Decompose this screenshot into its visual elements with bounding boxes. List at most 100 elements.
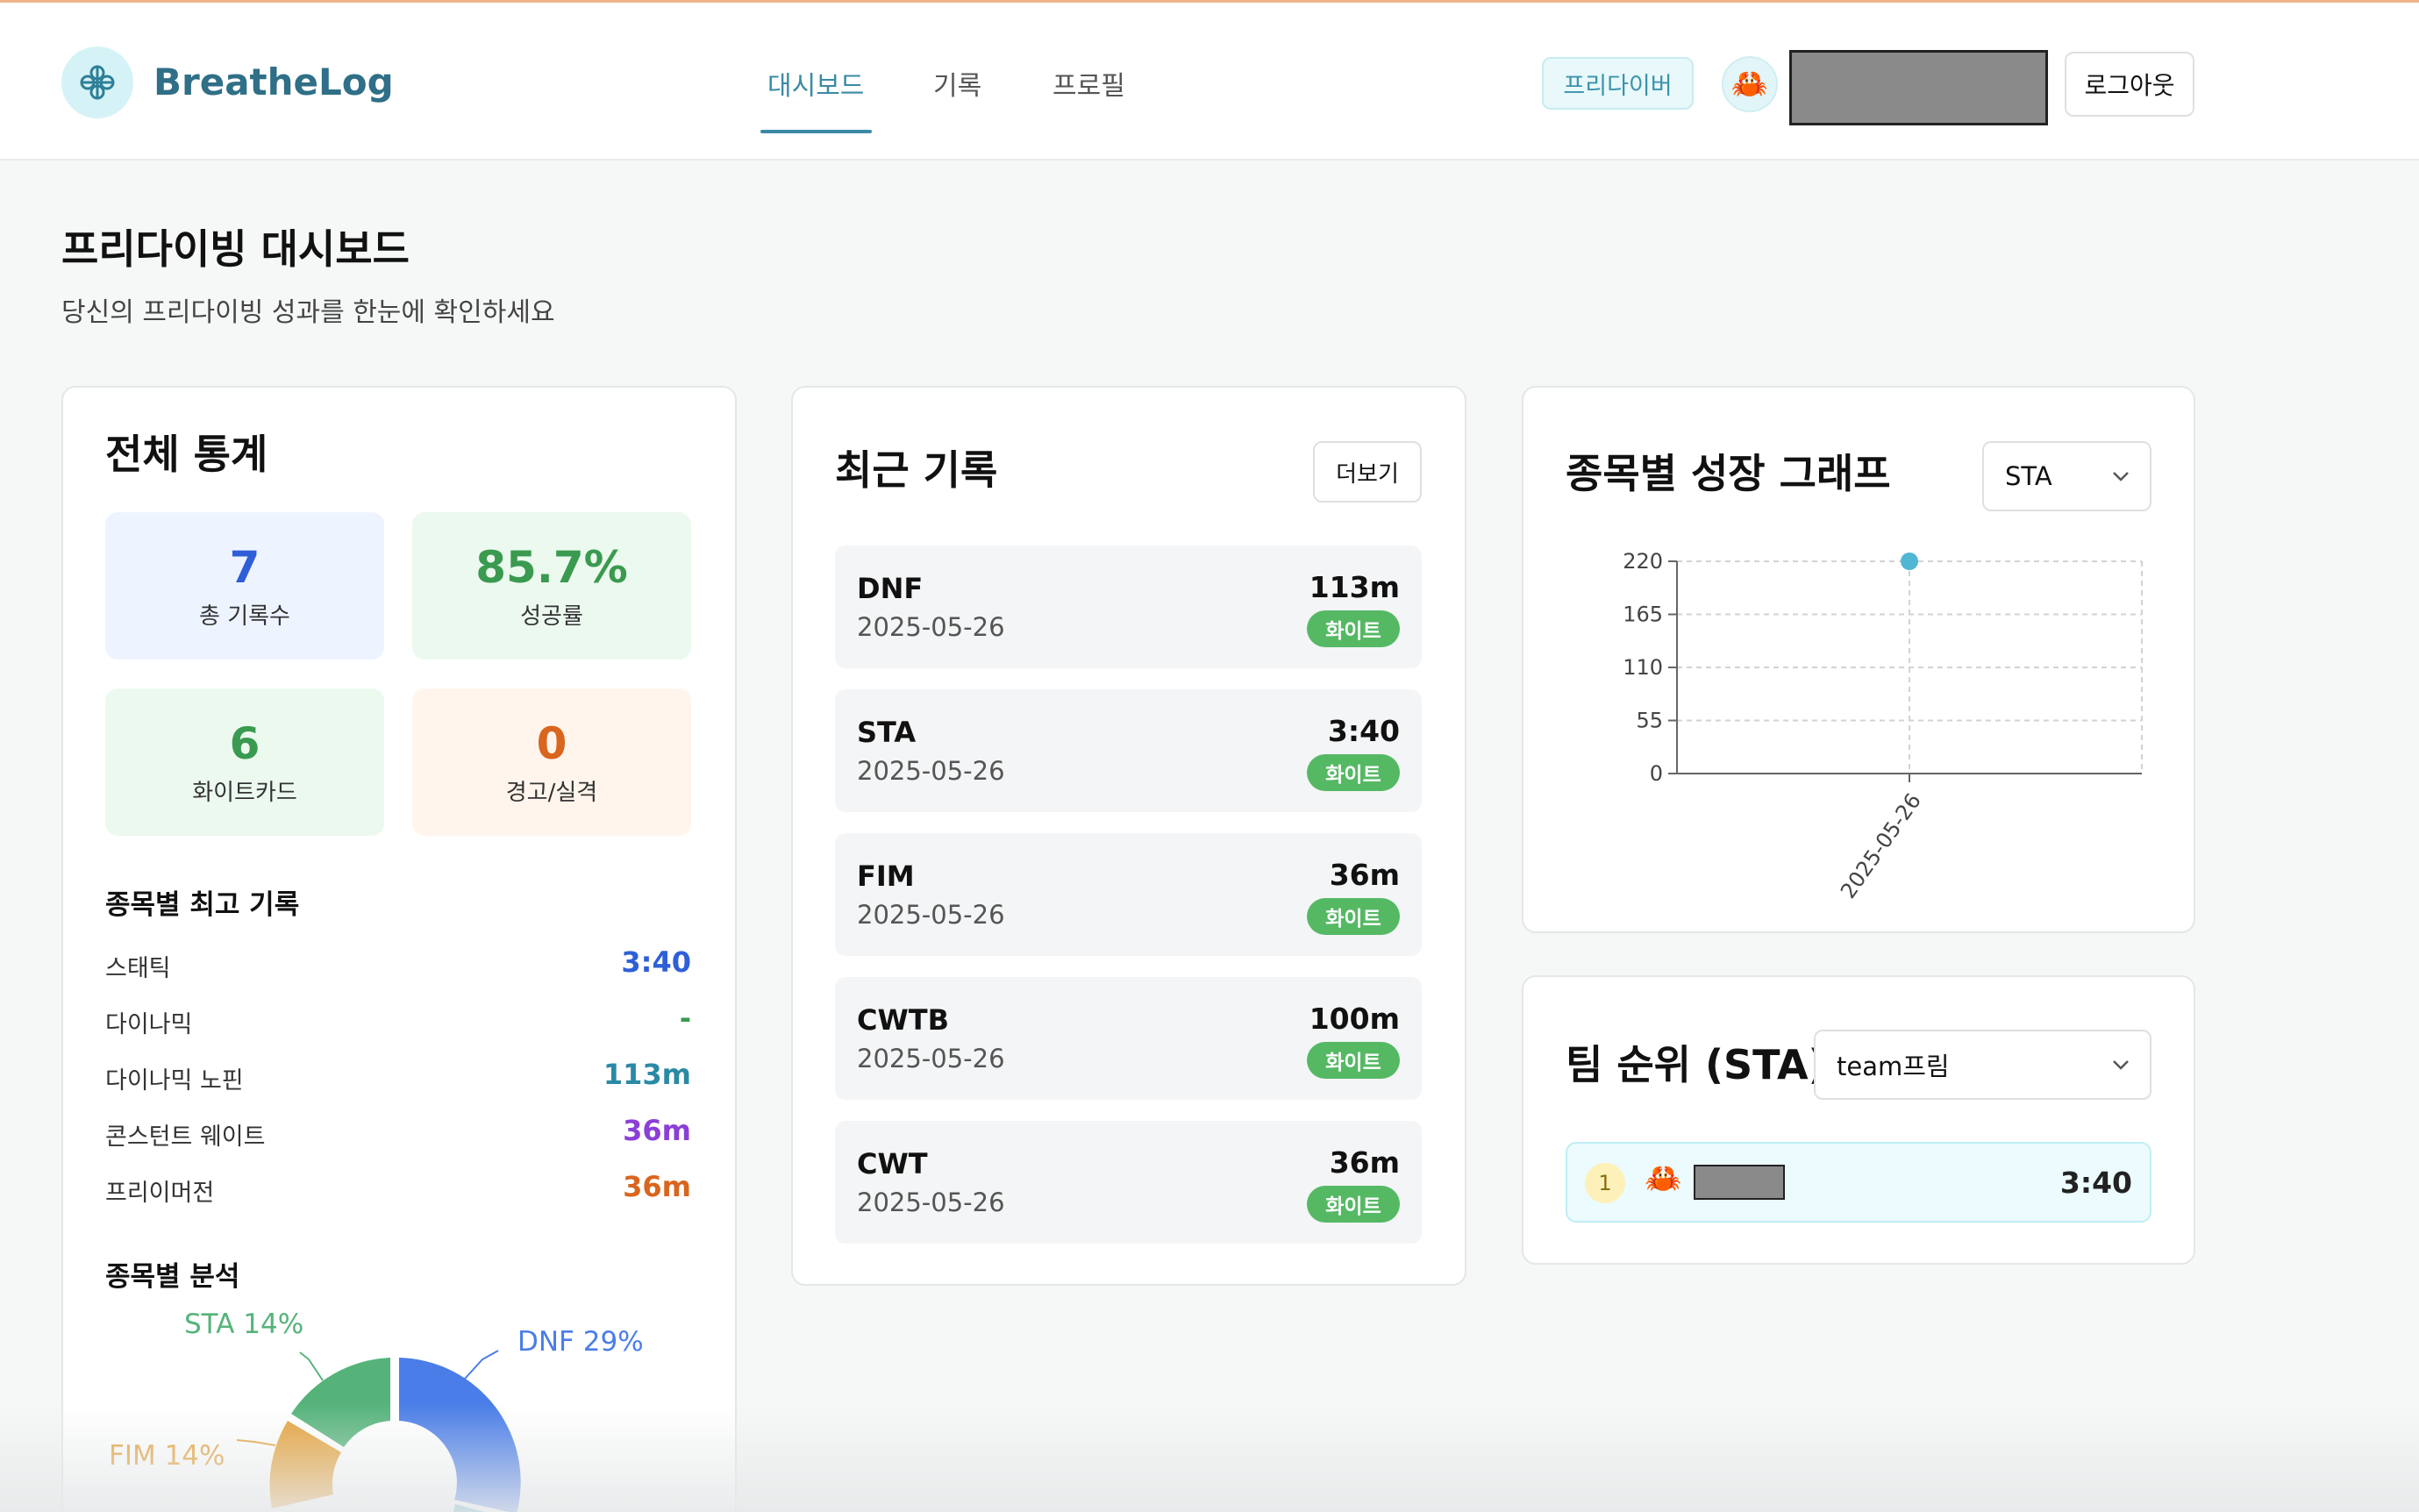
rank-number: 1 <box>1585 1163 1625 1203</box>
crab-icon: 🦀 <box>1730 67 1769 102</box>
record-performance: 3:40 <box>1327 714 1400 748</box>
donut-label-sta: STA 14% <box>184 1309 304 1340</box>
y-tick-label: 55 <box>1636 709 1663 733</box>
stat-total-label: 총 기록수 <box>199 603 290 630</box>
record-discipline: CWTB <box>857 1003 949 1037</box>
discipline-select[interactable]: STA <box>1982 441 2151 511</box>
stat-white-value: 6 <box>229 717 260 769</box>
donut-slice-dnf <box>399 1358 521 1512</box>
record-date: 2025-05-26 <box>857 900 1005 930</box>
team-ranking-title: 팀 순위 (STA) <box>1566 1041 1827 1088</box>
donut-leader-dnf <box>464 1350 499 1380</box>
record-item[interactable]: CWTB 2025-05-26 100m 화이트 <box>835 977 1422 1100</box>
white-card-badge: 화이트 <box>1307 898 1400 935</box>
discipline-select-value: STA <box>2005 461 2052 491</box>
chevron-down-icon <box>2113 1060 2129 1070</box>
stat-warning-value: 0 <box>536 717 567 769</box>
best-row-label: 스태틱 <box>105 955 171 982</box>
best-row-value: 113m <box>603 1058 691 1091</box>
crab-icon: 🦀 <box>1645 1161 1682 1196</box>
role-badge: 프리다이버 <box>1542 57 1694 110</box>
best-row-label: 다이나믹 노핀 <box>105 1067 244 1095</box>
y-tick-label: 165 <box>1623 603 1663 627</box>
best-row-fim: 프리이머전 36m <box>105 1170 691 1207</box>
record-date: 2025-05-26 <box>857 1187 1005 1217</box>
best-records-title: 종목별 최고 기록 <box>105 889 300 921</box>
header: BreatheLog 대시보드 기록 프로필 프리다이버 🦀 로그아웃 <box>0 3 2419 160</box>
stat-white-label: 화이트카드 <box>192 779 297 806</box>
recent-records-title: 최근 기록 <box>835 446 998 494</box>
username-redacted <box>1789 50 2048 125</box>
record-item[interactable]: FIM 2025-05-26 36m 화이트 <box>835 833 1422 956</box>
nav-records[interactable]: 기록 <box>933 64 981 103</box>
best-row-label: 콘스턴트 웨이트 <box>105 1123 266 1151</box>
stat-warning: 0 경고/실격 <box>412 688 691 836</box>
growth-graph-title: 종목별 성장 그래프 <box>1566 450 1891 497</box>
nav-active-indicator <box>760 130 872 133</box>
best-row-dynamic: 다이나믹 - <box>105 1002 691 1038</box>
best-row-static: 스태틱 3:40 <box>105 945 691 982</box>
growth-chart: 0 55 110 165 220 2025-05-26 <box>1623 549 2143 903</box>
app-name[interactable]: BreatheLog <box>153 61 394 103</box>
x-tick-label: 2025-05-26 <box>1836 788 1926 902</box>
member-name-redacted <box>1694 1165 1785 1200</box>
flower-icon <box>80 65 115 100</box>
chevron-down-icon <box>2113 472 2129 481</box>
data-point <box>1901 553 1918 570</box>
stats-title: 전체 통계 <box>105 431 268 478</box>
record-discipline: DNF <box>857 572 924 605</box>
y-tick-label: 110 <box>1623 655 1663 680</box>
donut-label-dnf: DNF 29% <box>517 1326 644 1358</box>
record-discipline: STA <box>857 716 917 749</box>
donut-label-fim: FIM 14% <box>109 1440 225 1472</box>
stat-success: 85.7% 성공률 <box>412 512 691 660</box>
page-subtitle: 당신의 프리다이빙 성과를 한눈에 확인하세요 <box>61 297 555 328</box>
y-tick-label: 220 <box>1623 549 1663 574</box>
record-performance: 113m <box>1309 570 1400 604</box>
stat-white-card: 6 화이트카드 <box>105 688 384 836</box>
record-item[interactable]: CWT 2025-05-26 36m 화이트 <box>835 1121 1422 1244</box>
record-date: 2025-05-26 <box>857 1044 1005 1073</box>
best-row-value: 3:40 <box>621 945 691 979</box>
white-card-badge: 화이트 <box>1307 610 1400 647</box>
best-row-value: - <box>679 1002 691 1035</box>
record-discipline: CWT <box>857 1147 928 1180</box>
donut-leader-fim <box>236 1439 276 1446</box>
white-card-badge: 화이트 <box>1307 754 1400 791</box>
stat-total-value: 7 <box>229 541 260 593</box>
white-card-badge: 화이트 <box>1307 1042 1400 1079</box>
record-date: 2025-05-26 <box>857 612 1005 642</box>
logo[interactable] <box>61 46 133 118</box>
team-select[interactable]: team프림 <box>1814 1030 2151 1100</box>
best-row-cwt: 콘스턴트 웨이트 36m <box>105 1114 691 1151</box>
best-row-label: 프리이머전 <box>105 1180 215 1207</box>
nav-dashboard[interactable]: 대시보드 <box>767 64 864 103</box>
stat-warning-label: 경고/실격 <box>505 779 598 806</box>
best-row-value: 36m <box>623 1170 691 1203</box>
best-row-value: 36m <box>623 1114 691 1147</box>
avatar[interactable]: 🦀 <box>1722 56 1778 112</box>
record-item[interactable]: DNF 2025-05-26 113m 화이트 <box>835 546 1422 668</box>
best-row-dnf: 다이나믹 노핀 113m <box>105 1058 691 1095</box>
white-card-badge: 화이트 <box>1307 1186 1400 1223</box>
rank-time: 3:40 <box>2059 1166 2132 1200</box>
more-button[interactable]: 더보기 <box>1313 441 1422 503</box>
donut-leader-sta <box>299 1352 324 1381</box>
record-performance: 100m <box>1309 1002 1400 1036</box>
nav-profile[interactable]: 프로필 <box>1053 64 1125 103</box>
record-discipline: FIM <box>857 859 915 893</box>
record-performance: 36m <box>1329 858 1400 892</box>
team-select-value: team프림 <box>1837 1052 1950 1081</box>
analysis-title: 종목별 분석 <box>105 1261 240 1293</box>
stat-success-label: 성공률 <box>520 603 583 630</box>
stat-total: 7 총 기록수 <box>105 512 384 660</box>
page-title: 프리다이빙 대시보드 <box>61 225 410 273</box>
ranking-row[interactable]: 1 🦀 3:40 <box>1566 1142 2151 1223</box>
y-tick-label: 0 <box>1650 761 1663 786</box>
best-row-label: 다이나믹 <box>105 1011 193 1038</box>
record-date: 2025-05-26 <box>857 756 1005 786</box>
record-item[interactable]: STA 2025-05-26 3:40 화이트 <box>835 689 1422 812</box>
record-performance: 36m <box>1329 1145 1400 1180</box>
stat-success-value: 85.7% <box>475 541 628 593</box>
logout-button[interactable]: 로그아웃 <box>2065 52 2194 117</box>
